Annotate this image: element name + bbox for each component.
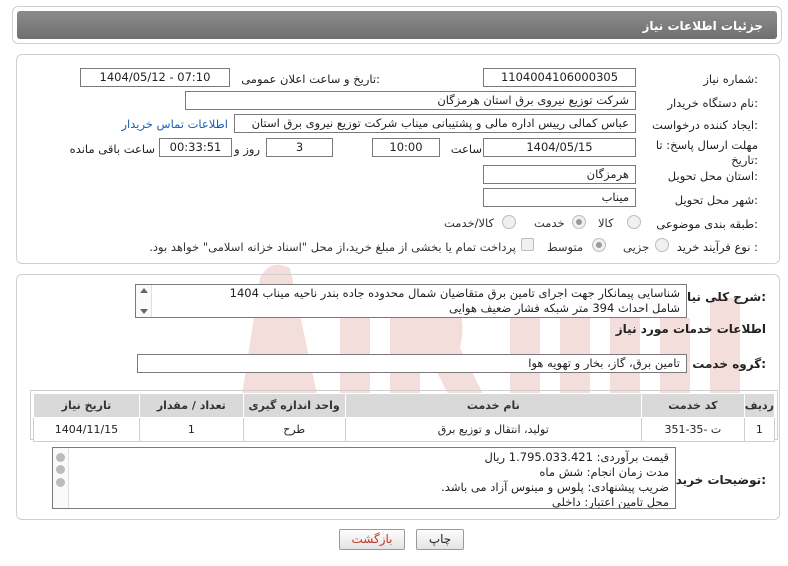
deadline-time-label: ساعت <box>450 142 482 156</box>
need-number-label: شماره نیاز: <box>703 72 758 86</box>
buyer-notes-label: توضیحات خریدار: <box>664 473 766 487</box>
deadline-label: مهلت ارسال پاسخ: تا تاریخ: <box>655 138 758 167</box>
scroll-down-icon[interactable] <box>56 478 65 487</box>
process-option-medium: متوسط <box>547 240 584 254</box>
cell-qty: 1 <box>138 417 244 442</box>
category-radio-service[interactable] <box>572 215 586 229</box>
scroll-up-icon[interactable] <box>140 288 148 293</box>
deadline-time-field: 10:00 <box>372 138 440 157</box>
services-table: ردیف کد خدمت نام خدمت واحد اندازه گیری ت… <box>33 393 776 442</box>
col-qty: تعداد / مقدار <box>138 393 244 418</box>
requester-field: عباس کمالی رییس اداره مالی و پشتیبانی می… <box>234 114 636 133</box>
description-textarea[interactable]: شناسایی پیمانکار جهت اجرای تامین برق متق… <box>135 284 687 318</box>
page-title: جزئیات اطلاعات نیاز <box>642 19 763 33</box>
cell-date: 1404/11/15 <box>33 417 140 442</box>
col-unit: واحد اندازه گیری <box>242 393 346 418</box>
buyer-notes-line-4: محل تامین اعتبار: داخلی <box>551 495 669 509</box>
remaining-days-label: روز و <box>234 142 260 156</box>
process-type-label: نوع فرآیند خرید : <box>676 240 758 254</box>
requester-label: ایجاد کننده درخواست: <box>652 118 758 132</box>
city-label: شهر محل تحویل: <box>674 193 758 207</box>
header-bar: جزئیات اطلاعات نیاز <box>17 11 777 39</box>
category-option-goods-service: کالا/خدمت <box>444 216 495 230</box>
scroll-down-icon[interactable] <box>140 309 148 314</box>
announce-datetime-field: 1404/05/12 - 07:10 <box>80 68 230 87</box>
buyer-notes-line-3: ضریب پیشنهادی: پلوس و مینوس آزاد می باشد… <box>441 480 669 494</box>
col-name: نام خدمت <box>344 393 642 418</box>
table-row: 1 ت -35-351 تولید، انتقال و توزیع برق طر… <box>33 417 776 442</box>
buyer-contact-link[interactable]: اطلاعات تماس خریدار <box>121 117 228 131</box>
need-number-field: 1104004106000305 <box>483 68 636 87</box>
scroll-thumb-icon[interactable] <box>56 465 65 474</box>
description-scrollbar[interactable] <box>136 285 152 317</box>
print-button[interactable]: چاپ <box>416 529 464 550</box>
category-option-goods: کالا <box>598 216 614 230</box>
category-option-service: خدمت <box>534 216 565 230</box>
description-label: شرح کلی نیاز: <box>680 290 766 304</box>
buyer-org-field: شرکت توزیع نیروی برق استان هرمزگان <box>185 91 636 110</box>
cell-name: تولید، انتقال و توزیع برق <box>344 417 642 442</box>
announce-datetime-label: تاریخ و ساعت اعلان عمومی: <box>241 72 380 86</box>
services-section-title: اطلاعات خدمات مورد نیاز <box>615 322 766 336</box>
buyer-org-label: نام دستگاه خریدار: <box>667 96 758 110</box>
remaining-time-field: 00:33:51 <box>159 138 232 157</box>
cell-unit: طرح <box>242 417 346 442</box>
process-option-minor: جزیی <box>623 240 650 254</box>
deadline-date-field: 1404/05/15 <box>483 138 636 157</box>
description-line-2: شامل احداث 394 متر شبکه فشار ضعیف هوایی <box>448 301 680 315</box>
cell-code: ت -35-351 <box>640 417 745 442</box>
col-code: کد خدمت <box>640 393 745 418</box>
province-field: هرمزگان <box>483 165 636 184</box>
treasury-payment-note: پرداخت تمام یا بخشی از مبلغ خرید،از محل … <box>149 240 516 254</box>
scroll-up-icon[interactable] <box>56 453 65 462</box>
treasury-payment-checkbox[interactable] <box>521 238 534 251</box>
col-row: ردیف <box>743 393 776 418</box>
col-date: تاریخ نیاز <box>33 393 140 418</box>
category-radio-goods[interactable] <box>627 215 641 229</box>
buyer-notes-textarea[interactable]: قیمت برآوردی: 1.795.033.421 ریال مدت زما… <box>52 447 676 509</box>
cell-row: 1 <box>743 417 776 442</box>
page-header: جزئیات اطلاعات نیاز <box>12 6 782 44</box>
process-radio-minor[interactable] <box>655 238 669 252</box>
back-button[interactable]: بازگشت <box>339 529 405 550</box>
description-line-1: شناسایی پیمانکار جهت اجرای تامین برق متق… <box>229 286 680 300</box>
service-group-label: گروه خدمت: <box>692 357 766 371</box>
service-group-field: تامین برق، گاز، بخار و تهویه هوا <box>137 354 687 373</box>
remaining-time-label: ساعت باقی مانده <box>69 142 155 156</box>
remaining-days-field: 3 <box>266 138 333 157</box>
process-radio-medium[interactable] <box>592 238 606 252</box>
province-label: استان محل تحویل: <box>667 169 758 183</box>
category-label: طبقه بندی موضوعی: <box>656 217 758 231</box>
buyer-notes-scrollbar[interactable] <box>53 448 69 508</box>
table-header-row: ردیف کد خدمت نام خدمت واحد اندازه گیری ت… <box>33 393 776 418</box>
buyer-notes-line-2: مدت زمان انجام: شش ماه <box>539 465 669 479</box>
buyer-notes-line-1: قیمت برآوردی: 1.795.033.421 ریال <box>484 450 670 464</box>
category-radio-goods-service[interactable] <box>502 215 516 229</box>
city-field: میناب <box>483 188 636 207</box>
